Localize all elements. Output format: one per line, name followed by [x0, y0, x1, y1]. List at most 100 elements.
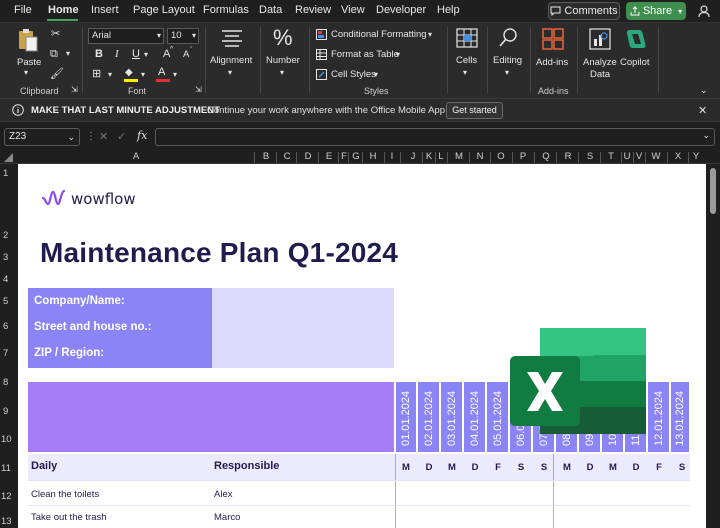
column-header-y[interactable]: Y [688, 151, 704, 162]
underline-button[interactable]: U [132, 49, 140, 60]
scrollbar-thumb[interactable] [710, 168, 716, 214]
column-header-d[interactable]: D [297, 151, 319, 162]
format-as-table-button[interactable]: Format as Table ▾ [316, 48, 406, 62]
row-header[interactable]: 10 [1, 434, 12, 445]
conditional-formatting-button[interactable]: Conditional Formatting ▾ [316, 28, 438, 42]
shrink-font-button[interactable]: A [183, 50, 189, 60]
row-header[interactable]: 3 [3, 252, 8, 263]
column-header-l[interactable]: L [435, 151, 447, 162]
column-header-n[interactable]: N [470, 151, 490, 162]
column-header-k[interactable]: K [423, 151, 435, 162]
chevron-down-icon[interactable]: ▾ [108, 71, 112, 79]
column-header-x[interactable]: X [668, 151, 688, 162]
cut-icon[interactable]: ✂ [51, 29, 60, 40]
menu-review[interactable]: Review [295, 4, 331, 16]
row-header[interactable]: 11 [1, 463, 11, 474]
column-header-j[interactable]: J [405, 151, 421, 162]
insert-function-button[interactable]: fx [137, 129, 147, 142]
row-header[interactable]: 9 [3, 406, 8, 417]
menu-file[interactable]: File [14, 4, 32, 16]
column-header-b[interactable]: B [255, 151, 277, 162]
menu-data[interactable]: Data [259, 4, 282, 16]
row-header[interactable]: 6 [3, 321, 8, 332]
column-header-o[interactable]: O [490, 151, 512, 162]
vertical-scrollbar[interactable] [706, 164, 720, 528]
row-header[interactable]: 4 [3, 274, 8, 285]
menu-view[interactable]: View [341, 4, 365, 16]
column-divider [348, 152, 349, 163]
column-header-s[interactable]: S [580, 151, 600, 162]
menu-insert[interactable]: Insert [91, 4, 119, 16]
copy-icon[interactable]: ⧉ [50, 49, 58, 60]
company-values-block[interactable] [212, 288, 394, 368]
menu-home[interactable]: Home [48, 4, 79, 16]
chevron-down-icon[interactable]: ▾ [144, 51, 148, 59]
share-button[interactable]: Share ▾ [626, 2, 686, 20]
get-started-button[interactable]: Get started [446, 102, 503, 119]
row-header[interactable]: 7 [3, 348, 8, 359]
column-header-c[interactable]: C [277, 151, 297, 162]
italic-button[interactable]: I [115, 49, 119, 60]
number-format-button[interactable]: % Number ▾ [264, 27, 304, 85]
chevron-down-icon[interactable]: ▾ [66, 50, 70, 58]
analyze-data-button[interactable]: Analyze Data [582, 27, 618, 83]
column-header-e[interactable]: E [319, 151, 339, 162]
chevron-down-icon[interactable]: ▾ [141, 71, 145, 79]
row-header[interactable]: 1 [3, 168, 8, 179]
weekday-letter: F [656, 462, 662, 473]
column-header-v[interactable]: V [633, 151, 645, 162]
formula-input[interactable]: ⌄ [155, 128, 715, 146]
close-icon[interactable]: ✕ [698, 104, 707, 117]
menu-page-layout[interactable]: Page Layout [133, 4, 195, 16]
column-header-w[interactable]: W [646, 151, 666, 162]
more-options-icon[interactable]: ⋮ [86, 131, 96, 142]
column-header-m[interactable]: M [449, 151, 469, 162]
column-header-h[interactable]: H [363, 151, 383, 162]
row-header[interactable]: 5 [3, 296, 8, 307]
column-header-t[interactable]: T [601, 151, 621, 162]
font-size-select[interactable]: 10 ▾ [167, 28, 199, 44]
column-header-u[interactable]: U [621, 151, 633, 162]
copilot-button[interactable]: Copilot [619, 27, 653, 71]
share-label: Share [642, 5, 673, 17]
column-header-q[interactable]: Q [535, 151, 557, 162]
menu-developer[interactable]: Developer [376, 4, 426, 16]
dialog-launcher-icon[interactable]: ⇲ [71, 86, 78, 94]
account-icon[interactable] [697, 4, 711, 18]
select-all-corner[interactable] [4, 153, 13, 162]
row-header[interactable]: 2 [3, 230, 8, 241]
editing-button[interactable]: Editing ▾ [491, 27, 527, 85]
font-name-select[interactable]: Arial ▾ [88, 28, 164, 44]
worksheet-grid[interactable]: wowflow Maintenance Plan Q1-2024 Company… [18, 164, 706, 528]
column-header-g[interactable]: G [349, 151, 363, 162]
cells-button[interactable]: Cells ▾ [452, 27, 482, 85]
fill-color-icon[interactable]: ◆ [124, 68, 138, 82]
comments-button[interactable]: Comments [548, 2, 620, 20]
enter-icon[interactable]: ✓ [117, 130, 126, 143]
add-ins-button[interactable]: Add-ins [534, 27, 572, 71]
column-header-a[interactable]: A [18, 151, 254, 162]
name-box[interactable]: Z23 ⌄ [4, 128, 80, 146]
column-header-i[interactable]: I [386, 151, 398, 162]
paste-button[interactable]: Paste ▾ [14, 27, 42, 81]
alignment-button[interactable]: Alignment ▾ [209, 27, 255, 85]
column-header-p[interactable]: P [513, 151, 533, 162]
menu-formulas[interactable]: Formulas [203, 4, 249, 16]
cancel-icon[interactable]: ✕ [99, 130, 108, 143]
dialog-launcher-icon[interactable]: ⇲ [195, 86, 202, 94]
chevron-down-icon[interactable]: ▾ [173, 71, 177, 79]
row-header[interactable]: 12 [1, 491, 12, 502]
column-header-r[interactable]: R [558, 151, 578, 162]
font-color-icon[interactable]: A [156, 67, 170, 82]
row-header[interactable]: 8 [3, 377, 8, 388]
menu-help[interactable]: Help [437, 4, 460, 16]
column-divider [276, 152, 277, 163]
bold-button[interactable]: B [95, 49, 103, 60]
row-header[interactable]: 13 [1, 516, 12, 527]
borders-icon[interactable]: ⊞ [92, 69, 101, 80]
expand-formula-icon[interactable]: ⌄ [702, 130, 710, 141]
company-labels-block: Company/Name: Street and house no.: ZIP … [28, 288, 212, 368]
format-painter-icon[interactable]: 🖌 [50, 69, 64, 80]
cell-styles-button[interactable]: Cell Styles ▾ [316, 68, 386, 82]
collapse-ribbon-icon[interactable]: ⌄ [700, 86, 708, 95]
